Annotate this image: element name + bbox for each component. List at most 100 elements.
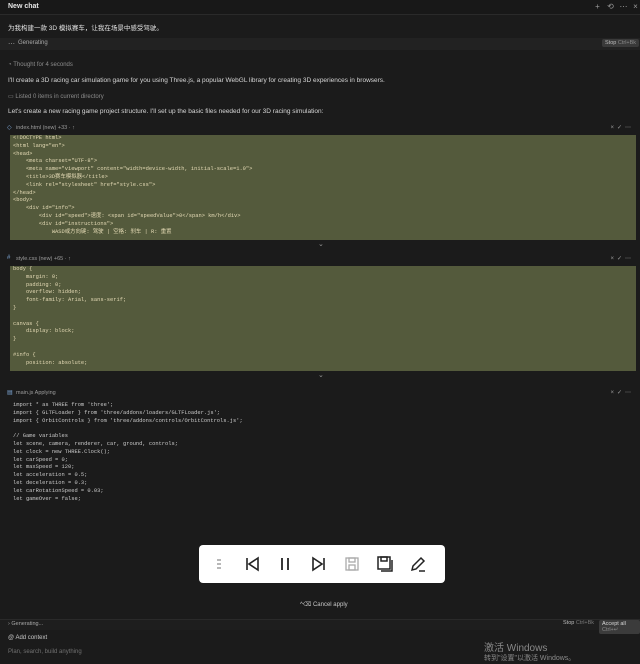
file-header-style[interactable]: # style.css (new) +65 · ↑ ×✓⋯ — [6, 255, 636, 265]
html-file-icon: ◇ — [7, 125, 12, 131]
code-line: <meta name="viewport" content="width=dev… — [13, 166, 253, 173]
generating-status: › Generating... — [8, 621, 43, 627]
code-line: position: absolute; — [13, 359, 88, 366]
code-line: <body> — [13, 197, 33, 204]
pause-icon[interactable] — [275, 554, 295, 574]
save-icon[interactable] — [342, 554, 362, 574]
more-icon[interactable]: ⋯ — [625, 256, 634, 262]
stop-shortcut: Ctrl+Bk — [617, 40, 637, 46]
close-icon[interactable]: × — [631, 2, 640, 11]
save-all-icon[interactable] — [375, 554, 395, 574]
at-icon: @ — [8, 635, 15, 641]
footer-stop-button[interactable]: Stop Ctrl+Bk — [563, 620, 594, 626]
code-line: font-family: Arial, sans-serif; — [13, 297, 127, 304]
code-line: padding: 0; — [13, 281, 62, 288]
file-actions: ×✓⋯ — [610, 389, 634, 396]
code-line: </head> — [13, 189, 36, 196]
skip-back-icon[interactable] — [242, 554, 262, 574]
code-line: let carSpeed = 0; — [13, 456, 68, 463]
footer-generating-row: › Generating... Stop Ctrl+Bk Accept all … — [0, 619, 640, 634]
more-icon[interactable]: ⋯ — [619, 2, 628, 11]
footer-stop-shortcut: Ctrl+Bk — [575, 620, 595, 626]
add-context-label: Add context — [15, 635, 48, 641]
new-chat-icon[interactable]: + — [593, 2, 602, 11]
activation-watermark-title: 激活 Windows — [484, 643, 548, 654]
code-line: } — [13, 336, 17, 343]
code-line: <head> — [13, 150, 33, 157]
code-line: import { GLTFLoader } from 'three/addons… — [13, 409, 221, 416]
add-context-button[interactable]: @ Add context — [8, 635, 47, 641]
more-icon[interactable]: ⋯ — [625, 125, 634, 131]
code-line: let acceleration = 0.5; — [13, 472, 88, 479]
user-prompt: 为我构建一款 3D 模拟赛车，让我在场景中感受驾驶。 — [8, 25, 163, 32]
code-line: canvas { — [13, 320, 39, 327]
cancel-apply-button[interactable]: ^⌫ Cancel apply — [300, 601, 348, 608]
code-line: #info { — [13, 351, 36, 358]
accept-all-button[interactable]: Accept all Ctrl+↵ — [599, 620, 640, 634]
skip-forward-icon[interactable] — [309, 554, 329, 574]
chevron-right-icon[interactable]: › — [8, 621, 10, 627]
chevron-down-icon[interactable]: ⌄ — [318, 371, 324, 379]
thought-icon: ◔ — [8, 62, 12, 68]
code-line: let deceleration = 0.3; — [13, 479, 88, 486]
footer-stop-label: Stop — [563, 620, 575, 626]
listed-items: ▭ Listed 0 items in current directory — [8, 93, 104, 100]
code-line: <html lang="en"> — [13, 142, 65, 149]
file-header-index[interactable]: ◇ index.html (new) +33 · ↑ ×✓⋯ — [6, 124, 636, 134]
listed-text: Listed 0 items in current directory — [15, 94, 104, 100]
chat-input[interactable]: Plan, search, build anything — [8, 649, 82, 655]
js-file-icon: ▤ — [7, 390, 13, 396]
generating-label: Generating — [18, 40, 48, 46]
css-file-icon: # — [7, 255, 11, 261]
accept-all-shortcut: Ctrl+↵ — [602, 627, 619, 633]
code-line: WASD或方向键: 驾驶 | 空格: 刹车 | R: 重置 — [13, 228, 172, 235]
code-line: let maxSpeed = 120; — [13, 464, 75, 471]
folder-icon: ▭ — [8, 94, 14, 100]
code-line: let gameOver = false; — [13, 495, 81, 502]
assistant-intro: I'll create a 3D racing car simulation g… — [8, 77, 385, 84]
assistant-create-text: Let's create a new racing game project s… — [8, 108, 324, 115]
code-line: <div id="instructions"> — [13, 220, 114, 227]
code-block-style[interactable]: body { margin: 0; padding: 0; overflow: … — [10, 266, 636, 371]
expand-icon[interactable]: ⋯ — [8, 40, 15, 48]
accept-icon[interactable]: ✓ — [617, 390, 625, 396]
file-actions: ×✓⋯ — [610, 255, 634, 262]
chat-title: New chat — [8, 3, 39, 10]
code-line: <div id="info"> — [13, 205, 75, 212]
edit-icon[interactable] — [408, 554, 428, 574]
stop-button-label: Stop — [605, 40, 617, 46]
thought-text: Thought for 4 seconds — [13, 62, 73, 68]
code-line: <title>3D赛车模拟器</title> — [13, 173, 108, 180]
code-line: let clock = new THREE.Clock(); — [13, 448, 111, 455]
code-line: margin: 0; — [13, 273, 59, 280]
code-line: <meta charset="UTF-8"> — [13, 158, 98, 165]
activation-watermark-subtitle: 转到"设置"以激活 Windows。 — [484, 655, 576, 662]
code-line: let scene, camera, renderer, car, ground… — [13, 440, 178, 447]
history-icon[interactable]: ⟲ — [606, 2, 615, 11]
file-name: index.html (new) +33 · ↑ — [16, 125, 75, 131]
file-actions: ×✓⋯ — [610, 124, 634, 131]
file-header-main[interactable]: ▤ main.js Applying ×✓⋯ — [6, 389, 636, 399]
stop-button[interactable]: Stop Ctrl+Bk — [602, 39, 640, 47]
code-line: display: block; — [13, 328, 75, 335]
drag-handle-icon[interactable] — [209, 554, 229, 574]
thought-indicator[interactable]: ◔ Thought for 4 seconds — [8, 62, 73, 68]
top-bar: New chat + ⟲ ⋯ × — [0, 0, 640, 15]
chevron-down-icon[interactable]: ⌄ — [318, 240, 324, 248]
code-line: let carRotationSpeed = 0.03; — [13, 487, 104, 494]
code-block-index[interactable]: <!DOCTYPE html> <html lang="en"> <head> <m… — [10, 135, 636, 240]
accept-icon[interactable]: ✓ — [617, 256, 625, 262]
code-line: body { — [13, 266, 33, 272]
code-line: import { OrbitControls } from 'three/add… — [13, 417, 243, 424]
file-name: style.css (new) +65 · ↑ — [16, 256, 71, 262]
code-line: <!DOCTYPE html> — [13, 135, 62, 141]
code-line: <link rel="stylesheet" href="style.css"> — [13, 181, 156, 188]
code-line: <div id="speed">速度: <span id="speedValue… — [13, 212, 241, 219]
more-icon[interactable]: ⋯ — [625, 390, 634, 396]
code-block-main[interactable]: import * as THREE from 'three'; import { … — [10, 402, 636, 510]
accept-icon[interactable]: ✓ — [617, 125, 625, 131]
code-line: } — [13, 304, 17, 311]
